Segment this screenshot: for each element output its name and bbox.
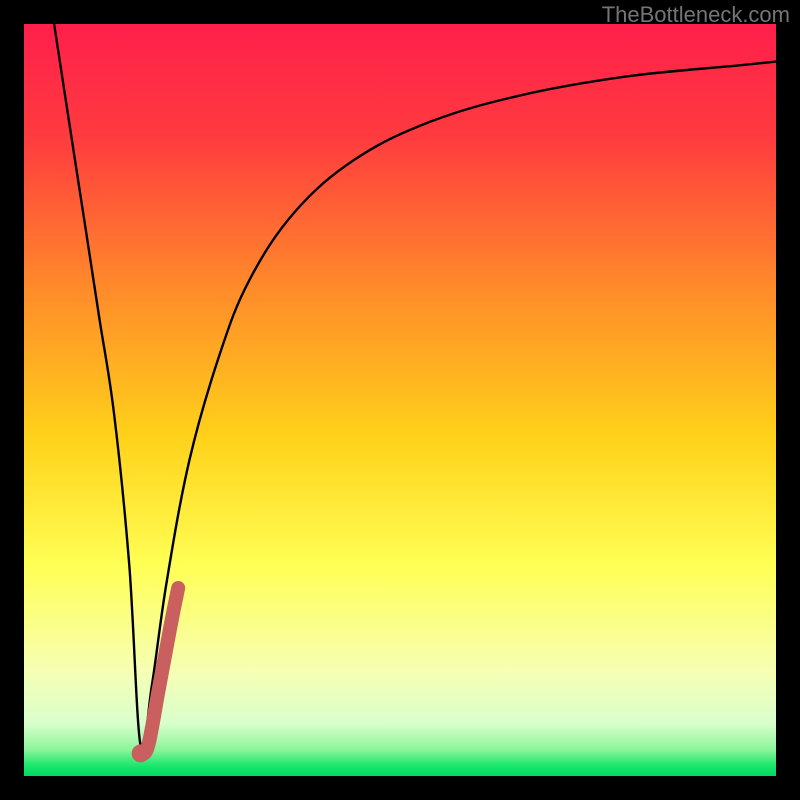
chart-svg bbox=[24, 24, 776, 776]
chart-frame: TheBottleneck.com bbox=[0, 0, 800, 800]
highlight-segment bbox=[141, 588, 179, 754]
trough-marker bbox=[132, 744, 150, 762]
plot-area bbox=[24, 24, 776, 776]
watermark-text: TheBottleneck.com bbox=[602, 2, 790, 28]
